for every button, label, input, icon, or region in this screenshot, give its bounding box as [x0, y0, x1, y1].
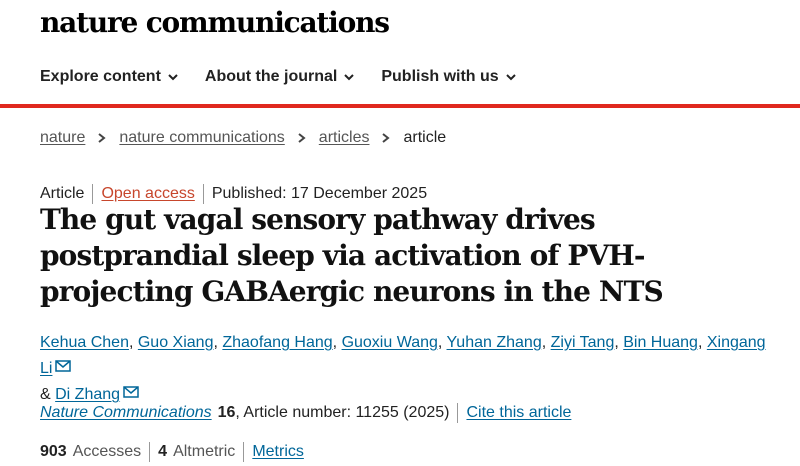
author-separator: , — [541, 334, 551, 351]
breadcrumb-nature[interactable]: nature — [40, 129, 85, 147]
divider — [149, 442, 151, 462]
chevron-right-icon — [382, 133, 391, 143]
divider — [243, 442, 245, 462]
divider — [202, 184, 204, 204]
citation-line: Nature Communications 16 , Article numbe… — [40, 403, 571, 423]
author-link[interactable]: Yuhan Zhang — [447, 334, 542, 351]
author-separator: , — [332, 334, 342, 351]
nav-publish-with-us[interactable]: Publish with us — [381, 68, 516, 86]
divider — [457, 403, 459, 423]
nav-item-label: Explore content — [40, 68, 161, 85]
author-separator: , — [128, 334, 138, 351]
article-title: The gut vagal sensory pathway drives pos… — [40, 203, 664, 308]
open-access-link[interactable]: Open access — [101, 185, 194, 203]
author-link[interactable]: Guoxiu Wang — [342, 334, 438, 351]
altmetric-label: Altmetric — [173, 443, 236, 460]
journal-link[interactable]: Nature Communications — [40, 404, 212, 422]
site-logo[interactable]: nature communications — [40, 6, 390, 39]
author-link[interactable]: Guo Xiang — [138, 334, 214, 351]
author-link[interactable]: Zhaofang Hang — [222, 334, 332, 351]
breadcrumb-articles[interactable]: articles — [319, 129, 370, 147]
breadcrumb-nature-communications[interactable]: nature communications — [119, 129, 284, 147]
article-number: , Article number: 11255 (2025) — [235, 404, 450, 421]
nav-item-label: Publish with us — [381, 68, 499, 85]
nav-item-label: About the journal — [204, 68, 338, 85]
author-separator: , — [697, 334, 707, 351]
author-list: Kehua Chen, Guo Xiang, Zhaofang Hang, Gu… — [40, 330, 780, 408]
email-icon[interactable] — [55, 360, 72, 372]
author-link[interactable]: Kehua Chen — [40, 334, 129, 351]
header-divider — [0, 104, 800, 108]
article-meta: Article Open access Published: 17 Decemb… — [40, 184, 427, 204]
chevron-down-icon — [344, 74, 355, 81]
chevron-down-icon — [168, 74, 178, 81]
author-ampersand: & — [40, 386, 56, 403]
cite-this-article-link[interactable]: Cite this article — [466, 404, 571, 422]
author-link[interactable]: Bin Huang — [623, 334, 698, 351]
author-link[interactable]: Ziyi Tang — [551, 334, 615, 351]
metrics-bar: 903 Accesses 4 Altmetric Metrics — [40, 442, 304, 462]
divider — [92, 184, 94, 204]
main-nav: Explore content About the journal Publis… — [40, 68, 543, 86]
volume: 16 — [217, 404, 236, 421]
metrics-link[interactable]: Metrics — [252, 443, 304, 461]
accesses-label: Accesses — [72, 443, 142, 460]
author-link[interactable]: Di Zhang — [55, 386, 120, 403]
published-date: Published: 17 December 2025 — [211, 185, 428, 202]
author-separator: , — [614, 334, 624, 351]
author-separator: , — [437, 334, 447, 351]
chevron-down-icon — [505, 74, 516, 81]
nav-explore-content[interactable]: Explore content — [40, 68, 179, 86]
nav-about-journal[interactable]: About the journal — [205, 68, 355, 86]
chevron-right-icon — [98, 133, 106, 143]
email-icon[interactable] — [123, 386, 139, 398]
altmetric-count: 4 — [158, 443, 168, 460]
accesses-count: 903 — [40, 443, 67, 460]
article-type: Article — [40, 185, 85, 202]
breadcrumb: nature nature communications articles ar… — [40, 129, 446, 147]
chevron-right-icon — [298, 133, 306, 143]
breadcrumb-current: article — [403, 129, 447, 146]
